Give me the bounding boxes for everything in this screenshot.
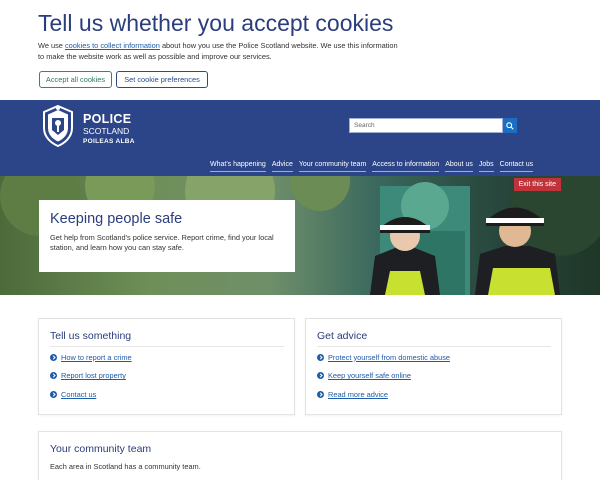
- nav-advice[interactable]: Advice: [271, 160, 293, 172]
- cookie-title: Tell us whether you accept cookies: [38, 10, 394, 36]
- domestic-abuse-link[interactable]: Protect yourself from domestic abuse: [317, 348, 450, 367]
- tell-us-title: Tell us something: [50, 330, 132, 342]
- crest-icon: [43, 104, 73, 148]
- nav-community-team[interactable]: Your community team: [298, 160, 367, 172]
- arrow-circle-icon: [317, 390, 324, 398]
- arrow-circle-icon: [317, 353, 324, 361]
- arrow-circle-icon: [317, 372, 324, 380]
- search-input[interactable]: [349, 118, 503, 133]
- divider: [50, 346, 284, 347]
- get-advice-card: Get advice Protect yourself from domesti…: [305, 318, 562, 415]
- safe-online-link[interactable]: Keep yourself safe online: [317, 367, 450, 386]
- cookie-info-link[interactable]: cookies to collect information: [65, 41, 160, 50]
- report-crime-link[interactable]: How to report a crime: [50, 348, 132, 367]
- get-advice-title: Get advice: [317, 330, 368, 342]
- tell-us-links: How to report a crime Report lost proper…: [50, 348, 132, 404]
- cookie-preferences-button[interactable]: Set cookie preferences: [116, 71, 208, 88]
- cookie-text-before: We use: [38, 41, 65, 50]
- tell-us-card: Tell us something How to report a crime …: [38, 318, 295, 415]
- hero-banner: Exit this site Keeping people safe Get h…: [0, 176, 600, 295]
- nav-jobs[interactable]: Jobs: [478, 160, 494, 172]
- arrow-circle-icon: [50, 390, 57, 398]
- arrow-circle-icon: [50, 372, 57, 380]
- link-label: Keep yourself safe online: [328, 371, 411, 381]
- police-scotland-logo[interactable]: POLICE SCOTLAND POILEAS ALBA: [39, 104, 159, 150]
- link-label: Contact us: [61, 389, 97, 399]
- hero-text: Get help from Scotland's police service.…: [50, 233, 274, 252]
- community-team-card: Your community team Each area in Scotlan…: [38, 431, 562, 480]
- nav-access-information[interactable]: Access to information: [372, 160, 440, 172]
- cookie-text: We use cookies to collect information ab…: [38, 40, 398, 62]
- hero-title: Keeping people safe: [50, 211, 183, 227]
- link-label: Protect yourself from domestic abuse: [328, 352, 450, 362]
- lost-property-link[interactable]: Report lost property: [50, 367, 132, 386]
- main-nav: What's happening Advice Your community t…: [210, 160, 534, 172]
- nav-contact-us[interactable]: Contact us: [499, 160, 534, 172]
- hero-card: Keeping people safe Get help from Scotla…: [39, 200, 295, 272]
- nav-whats-happening[interactable]: What's happening: [210, 160, 266, 172]
- exit-site-button[interactable]: Exit this site: [513, 178, 561, 191]
- brand-police: POLICE: [83, 112, 132, 126]
- brand-gaelic: POILEAS ALBA: [83, 138, 135, 145]
- contact-us-link[interactable]: Contact us: [50, 385, 132, 404]
- search-button[interactable]: [503, 118, 517, 133]
- link-label: How to report a crime: [61, 352, 132, 362]
- divider: [317, 346, 551, 347]
- site-header: POLICE SCOTLAND POILEAS ALBA What's happ…: [0, 100, 600, 176]
- arrow-circle-icon: [50, 353, 57, 361]
- brand-scotland: SCOTLAND: [83, 126, 130, 136]
- search-icon: [506, 121, 514, 130]
- link-label: Report lost property: [61, 371, 126, 381]
- accept-cookies-button[interactable]: Accept all cookies: [39, 71, 112, 88]
- community-team-title: Your community team: [50, 443, 152, 455]
- community-team-text: Each area in Scotland has a community te…: [50, 462, 201, 471]
- link-label: Read more advice: [328, 389, 388, 399]
- get-advice-links: Protect yourself from domestic abuse Kee…: [317, 348, 450, 404]
- more-advice-link[interactable]: Read more advice: [317, 385, 450, 404]
- cookie-banner: Tell us whether you accept cookies We us…: [0, 0, 600, 100]
- nav-about-us[interactable]: About us: [445, 160, 473, 172]
